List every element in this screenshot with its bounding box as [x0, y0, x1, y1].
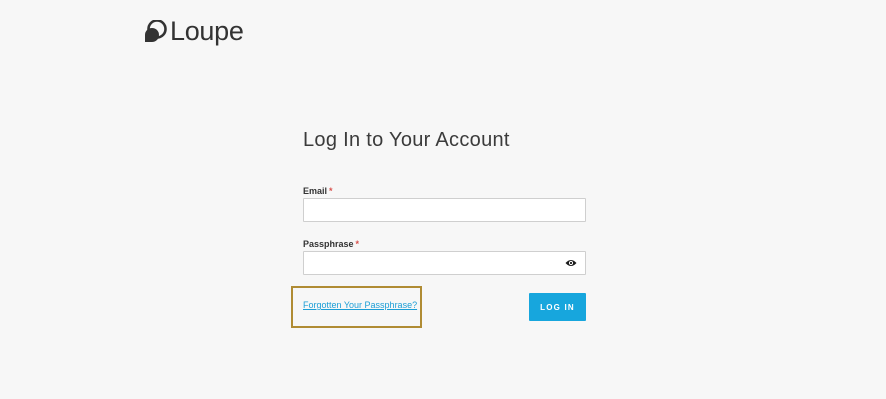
email-label-text: Email [303, 186, 328, 196]
loupe-bubble-icon [145, 19, 167, 42]
brand-logo[interactable]: Loupe [142, 18, 244, 45]
email-field[interactable] [303, 198, 586, 222]
login-page: Loupe Log In to Your Account Email * Pass… [0, 0, 886, 399]
required-marker: * [355, 239, 360, 249]
required-marker: * [329, 186, 333, 196]
page-title: Log In to Your Account [303, 129, 510, 151]
email-label: Email * [303, 186, 333, 196]
brand-name: Loupe [170, 16, 244, 46]
passphrase-field[interactable] [303, 251, 586, 275]
forgot-passphrase-link[interactable]: Forgotten Your Passphrase? [303, 300, 417, 310]
passphrase-label-text: Passphrase [303, 239, 354, 249]
passphrase-label: Passphrase * [303, 239, 359, 249]
login-button[interactable]: LOG IN [529, 293, 586, 321]
eye-icon[interactable] [565, 258, 577, 268]
